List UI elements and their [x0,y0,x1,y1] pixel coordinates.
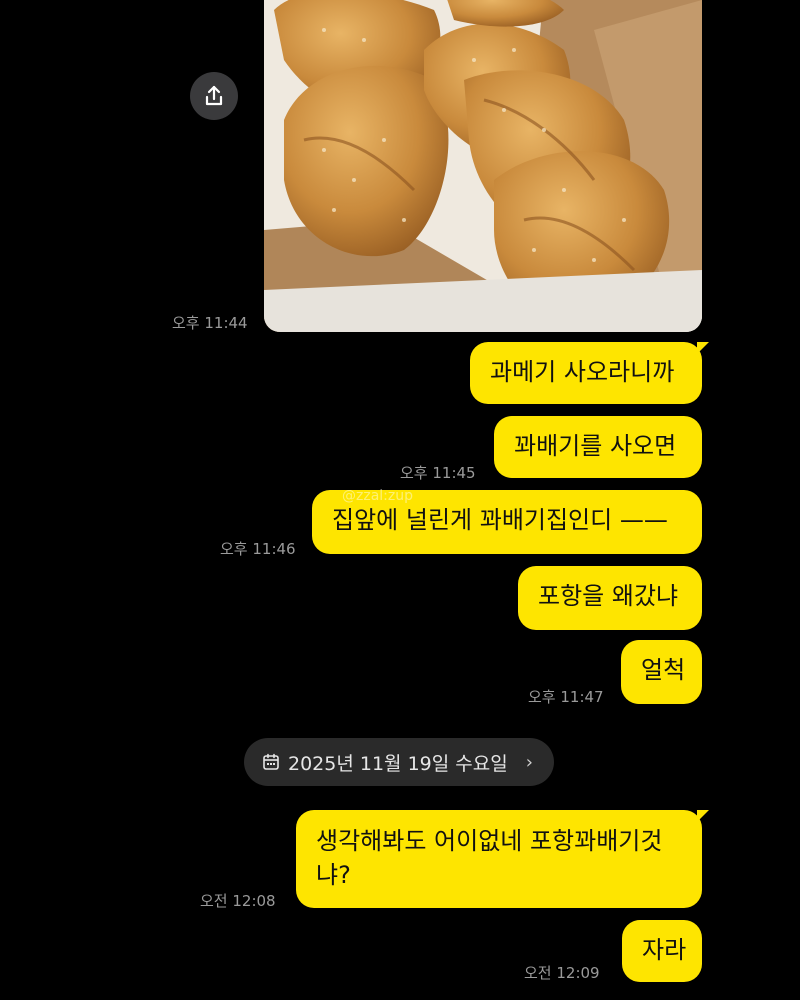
date-divider[interactable]: 2025년 11월 19일 수요일 › [244,738,554,786]
message-text: 과메기 사오라니까 [490,358,675,386]
share-upload-icon [205,85,223,106]
message-bubble[interactable]: 과메기 사오라니까 [470,342,709,404]
photo-message-image[interactable] [264,0,702,332]
message-timestamp: 오후 11:45 [400,464,476,482]
calendar-icon [263,753,279,770]
message-timestamp: 오후 11:47 [528,688,604,706]
message-text: 포항을 왜갔냐 [538,582,679,610]
twisted-donuts-photo [264,0,702,332]
message-text: 집앞에 널린게 꽈배기집인디 —— [332,506,668,534]
message-bubble[interactable]: 자라 [622,920,702,982]
message-timestamp: 오전 12:09 [524,964,600,982]
message-timestamp: 오전 12:08 [200,892,276,910]
chat-screen: 오후 11:44 과메기 사오라니까 꽈배기를 사오면 오후 11:45 집앞에… [0,0,800,1000]
message-text-line: 생각해봐도 어이없네 포항꽈배기것 [316,827,663,855]
message-bubble[interactable]: 포항을 왜갔냐 [518,566,702,630]
message-bubble[interactable]: 생각해봐도 어이없네 포항꽈배기것 냐? [296,810,709,908]
message-text: 자라 [642,936,687,964]
watermark-text: @zzal:zup [342,488,413,504]
message-timestamp: 오후 11:46 [220,540,296,558]
message-bubble[interactable]: 꽈배기를 사오면 [494,416,702,478]
message-text: 얼척 [641,656,686,684]
message-text: 꽈배기를 사오면 [514,432,677,460]
date-divider-label: 2025년 11월 19일 수요일 [288,752,508,775]
photo-timestamp: 오후 11:44 [172,314,248,332]
share-button[interactable] [190,72,238,120]
chevron-right-icon: › [525,751,533,773]
message-bubble[interactable]: 얼척 [621,640,702,704]
message-text-line: 냐? [316,861,351,889]
